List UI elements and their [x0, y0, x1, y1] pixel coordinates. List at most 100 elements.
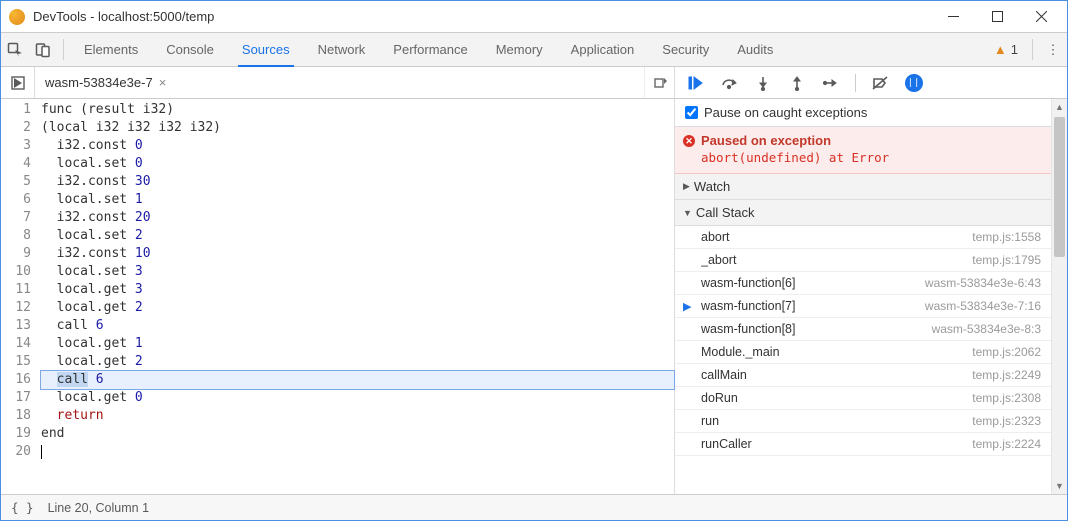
callstack-frame[interactable]: doRuntemp.js:2308: [675, 387, 1051, 410]
step-into-button[interactable]: [751, 71, 775, 95]
pretty-print-button[interactable]: { }: [11, 500, 34, 515]
panel-tab-audits[interactable]: Audits: [723, 33, 787, 66]
exception-title: Paused on exception: [701, 133, 1041, 148]
window-titlebar: DevTools - localhost:5000/temp: [1, 1, 1067, 33]
frame-location: temp.js:2062: [972, 345, 1041, 359]
panel-tab-memory[interactable]: Memory: [482, 33, 557, 66]
code-editor[interactable]: 1234567891011121314151617181920 func (re…: [1, 99, 675, 494]
code-line[interactable]: call 6: [41, 371, 674, 389]
callstack-section-header[interactable]: ▼ Call Stack: [675, 200, 1051, 226]
close-tab-icon[interactable]: ×: [159, 75, 167, 90]
code-line[interactable]: local.set 1: [41, 191, 674, 209]
frame-location: temp.js:2323: [972, 414, 1041, 428]
step-button[interactable]: [819, 71, 843, 95]
frame-function: wasm-function[6]: [701, 276, 925, 290]
step-out-button[interactable]: [785, 71, 809, 95]
frame-location: wasm-53834e3e-6:43: [925, 276, 1041, 290]
code-line[interactable]: local.set 2: [41, 227, 674, 245]
frame-function: abort: [701, 230, 972, 244]
code-line[interactable]: local.get 1: [41, 335, 674, 353]
window-title: DevTools - localhost:5000/temp: [33, 9, 214, 24]
inspect-element-button[interactable]: [1, 33, 29, 66]
frame-location: temp.js:2249: [972, 368, 1041, 382]
more-menu-button[interactable]: ⋮: [1039, 33, 1067, 66]
code-line[interactable]: local.get 2: [41, 353, 674, 371]
resume-button[interactable]: [683, 71, 707, 95]
warnings-count: 1: [1011, 42, 1018, 57]
window-minimize-button[interactable]: [931, 2, 975, 32]
code-line[interactable]: call 6: [41, 317, 674, 335]
frame-function: runCaller: [701, 437, 972, 451]
callstack-frame[interactable]: wasm-function[8]wasm-53834e3e-8:3: [675, 318, 1051, 341]
collapse-icon: ▶: [683, 181, 690, 192]
frame-function: wasm-function[8]: [701, 322, 932, 336]
code-line[interactable]: i32.const 20: [41, 209, 674, 227]
code-area[interactable]: func (result i32)(local i32 i32 i32 i32)…: [41, 99, 674, 494]
watch-section-header[interactable]: ▶ Watch: [675, 174, 1051, 200]
watch-label: Watch: [694, 179, 730, 194]
panel-tab-elements[interactable]: Elements: [70, 33, 152, 66]
frame-location: temp.js:1795: [972, 253, 1041, 267]
warnings-indicator[interactable]: ▲ 1: [986, 33, 1026, 66]
callstack-frame[interactable]: Module._maintemp.js:2062: [675, 341, 1051, 364]
frame-location: wasm-53834e3e-8:3: [932, 322, 1041, 336]
panel-tab-network[interactable]: Network: [304, 33, 380, 66]
code-line[interactable]: local.get 2: [41, 299, 674, 317]
frame-location: temp.js:2308: [972, 391, 1041, 405]
callstack-frame[interactable]: aborttemp.js:1558: [675, 226, 1051, 249]
debugger-controls: ||: [675, 67, 1067, 98]
panel-tab-performance[interactable]: Performance: [379, 33, 481, 66]
step-over-button[interactable]: [717, 71, 741, 95]
callstack-frame[interactable]: ▶ wasm-function[7]wasm-53834e3e-7:16: [675, 295, 1051, 318]
frame-location: wasm-53834e3e-7:16: [925, 299, 1041, 313]
frame-function: wasm-function[7]: [701, 299, 925, 313]
code-line[interactable]: i32.const 30: [41, 173, 674, 191]
code-line[interactable]: local.set 3: [41, 263, 674, 281]
exception-message: abort(undefined) at Error: [701, 150, 1041, 165]
debugger-panel: Pause on caught exceptions ✕ Paused on e…: [675, 99, 1067, 494]
error-icon: ✕: [683, 135, 695, 147]
callstack-frame[interactable]: wasm-function[6]wasm-53834e3e-6:43: [675, 272, 1051, 295]
code-line[interactable]: i32.const 10: [41, 245, 674, 263]
frame-location: temp.js:2224: [972, 437, 1041, 451]
file-tab[interactable]: wasm-53834e3e-7 ×: [35, 67, 176, 98]
current-frame-icon: ▶: [683, 300, 691, 313]
deactivate-breakpoints-button[interactable]: [868, 71, 892, 95]
panel-tab-application[interactable]: Application: [557, 33, 649, 66]
window-close-button[interactable]: [1019, 2, 1063, 32]
panel-tab-sources[interactable]: Sources: [228, 33, 304, 66]
callstack-frame[interactable]: _aborttemp.js:1795: [675, 249, 1051, 272]
code-line[interactable]: [41, 443, 674, 461]
debugger-scrollbar[interactable]: ▲ ▼: [1051, 99, 1067, 494]
pause-on-caught-option[interactable]: Pause on caught exceptions: [675, 99, 1051, 127]
scroll-up-icon[interactable]: ▲: [1052, 99, 1067, 115]
code-line[interactable]: i32.const 0: [41, 137, 674, 155]
window-maximize-button[interactable]: [975, 2, 1019, 32]
scroll-thumb[interactable]: [1054, 117, 1065, 257]
pause-on-exceptions-button[interactable]: ||: [902, 71, 926, 95]
callstack-frame[interactable]: callMaintemp.js:2249: [675, 364, 1051, 387]
code-line[interactable]: func (result i32): [41, 101, 674, 119]
code-line[interactable]: local.get 0: [41, 389, 674, 407]
tab-overflow-button[interactable]: [644, 67, 674, 98]
callstack-label: Call Stack: [696, 205, 755, 220]
frame-function: Module._main: [701, 345, 972, 359]
device-toolbar-button[interactable]: [29, 33, 57, 66]
devtools-favicon: [9, 9, 25, 25]
sources-toolbar-row: wasm-53834e3e-7 × ||: [1, 67, 1067, 99]
code-line[interactable]: (local i32 i32 i32 i32): [41, 119, 674, 137]
callstack-frame[interactable]: runtemp.js:2323: [675, 410, 1051, 433]
code-line[interactable]: end: [41, 425, 674, 443]
pause-on-caught-checkbox[interactable]: [685, 106, 698, 119]
code-line[interactable]: local.set 0: [41, 155, 674, 173]
panel-tab-security[interactable]: Security: [648, 33, 723, 66]
callstack-frame[interactable]: runCallertemp.js:2224: [675, 433, 1051, 456]
expand-icon: ▼: [683, 208, 692, 218]
panel-tab-console[interactable]: Console: [152, 33, 228, 66]
scroll-down-icon[interactable]: ▼: [1052, 478, 1067, 494]
frame-function: doRun: [701, 391, 972, 405]
show-navigator-button[interactable]: [1, 67, 35, 98]
code-line[interactable]: return: [41, 407, 674, 425]
code-line[interactable]: local.get 3: [41, 281, 674, 299]
status-bar: { } Line 20, Column 1: [1, 494, 1067, 520]
